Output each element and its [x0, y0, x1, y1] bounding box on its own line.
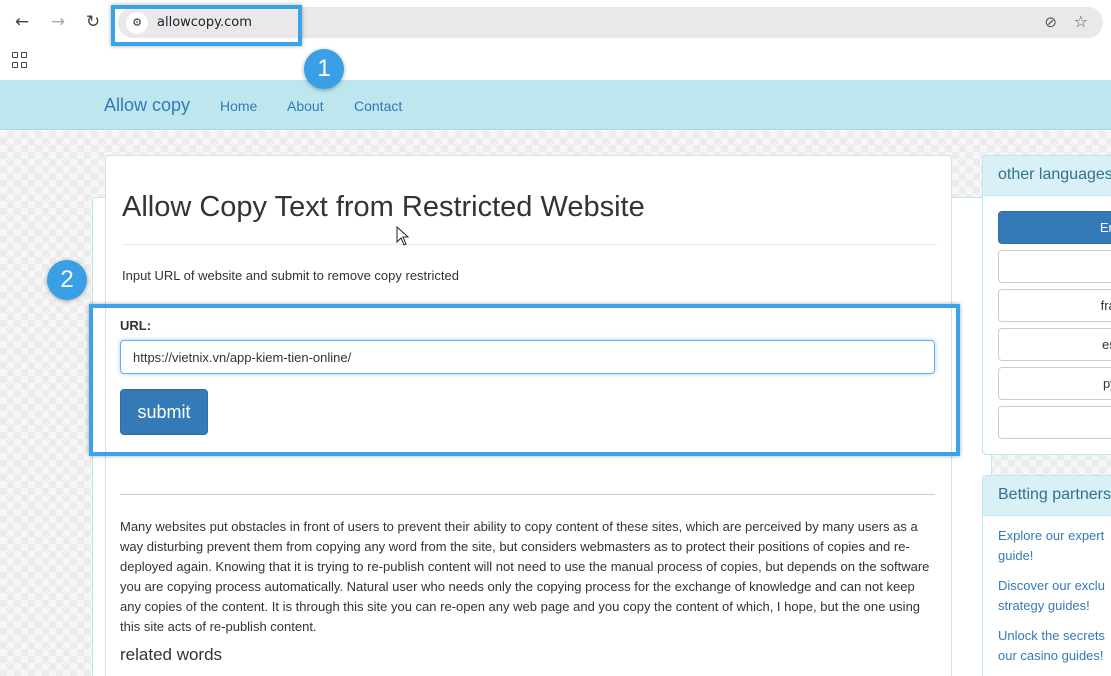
intro-text: Input URL of website and submit to remov…	[122, 268, 459, 283]
back-arrow-icon[interactable]: ←	[10, 10, 34, 34]
bookmark-star-icon[interactable]: ☆	[1074, 12, 1088, 31]
apps-grid-icon[interactable]	[12, 52, 28, 68]
description-text: Many websites put obstacles in front of …	[120, 519, 930, 634]
lang-button-persian[interactable]: ی	[998, 250, 1111, 283]
partner-link-casino[interactable]: Unlock the secrets our casino guides!	[983, 626, 1111, 666]
submit-button[interactable]: submit	[120, 389, 208, 435]
site-navbar: Allow copy Home About Contact	[0, 80, 1111, 130]
partners-heading: Betting partners	[983, 476, 1111, 516]
eye-off-icon[interactable]: ⊘	[1044, 13, 1057, 31]
lang-button-spanish[interactable]: esp	[998, 328, 1111, 361]
languages-heading: other languages	[983, 156, 1111, 196]
site-settings-icon[interactable]: ⚙	[126, 12, 148, 34]
url-input[interactable]	[120, 340, 935, 374]
nav-contact[interactable]: Contact	[354, 98, 402, 114]
partner-link-strategy[interactable]: Discover our exclu strategy guides!	[983, 576, 1111, 616]
browser-toolbar: ← → ↻ ⚙ allowcopy.com ⊘ ☆	[0, 0, 1111, 44]
site-brand[interactable]: Allow copy	[104, 95, 190, 116]
url-label: URL:	[120, 318, 152, 333]
address-text[interactable]: allowcopy.com	[157, 15, 252, 30]
content-divider	[120, 494, 935, 495]
address-bar[interactable]: ⚙ allowcopy.com ⊘ ☆	[118, 7, 1103, 38]
page-title: Allow Copy Text from Restricted Website	[122, 191, 645, 223]
lang-button-chinese[interactable]: 中	[998, 406, 1111, 439]
nav-about[interactable]: About	[287, 98, 324, 114]
partners-panel: Betting partners Explore our expert guide…	[982, 475, 1111, 676]
mouse-cursor-icon	[396, 226, 410, 246]
related-words-heading: related words	[120, 645, 223, 664]
languages-panel: other languages Eng ی fran esp рус 中	[982, 155, 1111, 455]
step-badge-1: 1	[304, 49, 344, 89]
step-badge-2: 2	[47, 260, 87, 300]
forward-arrow-icon[interactable]: →	[46, 10, 70, 34]
partner-link-expert[interactable]: Explore our expert guide!	[983, 526, 1111, 566]
lang-button-english[interactable]: Eng	[998, 211, 1111, 244]
lang-button-french[interactable]: fran	[998, 289, 1111, 322]
lang-button-russian[interactable]: рус	[998, 367, 1111, 400]
bookmarks-bar	[0, 44, 1111, 80]
reload-icon[interactable]: ↻	[81, 10, 105, 34]
nav-home[interactable]: Home	[220, 98, 257, 114]
title-divider	[122, 244, 937, 245]
